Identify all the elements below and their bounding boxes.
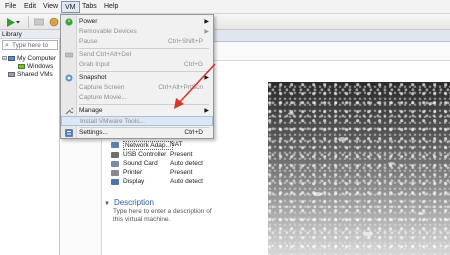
collapse-toggle-icon[interactable]: ⊟ [2, 56, 7, 62]
menu-item-grab-input[interactable]: Grab Input Ctrl+G [61, 60, 213, 70]
sound-icon [111, 161, 119, 167]
menu-separator [79, 71, 209, 72]
menu-tabs[interactable]: Tabs [82, 3, 97, 10]
menu-separator [79, 104, 209, 105]
snapshot-toolbar-button[interactable] [48, 16, 60, 28]
menu-item-capture-screen[interactable]: Capture Screen Ctrl+Alt+PrtScn [61, 83, 213, 93]
menu-bar: File Edit View VM Tabs Help [0, 0, 450, 14]
vm-menu-dropdown: Power ▶ Removable Devices ▶ Pause Ctrl+S… [60, 14, 214, 139]
vm-screen-preview[interactable] [268, 82, 450, 255]
menu-separator [79, 48, 209, 49]
tree-item-my-computer[interactable]: ⊟ My Computer [2, 55, 62, 62]
menu-item-capture-movie[interactable]: Capture Movie... [61, 93, 213, 103]
description-text[interactable]: Type here to enter a description of this… [113, 208, 223, 224]
preview-splash [288, 112, 294, 115]
power-icon [65, 18, 73, 26]
usb-icon [111, 152, 119, 158]
collapse-triangle-icon: ▼ [104, 201, 110, 207]
menu-edit[interactable]: Edit [24, 3, 36, 10]
menu-item-settings[interactable]: Settings... Ctrl+D [61, 128, 213, 138]
snapshot-icon [49, 17, 59, 27]
suspend-icon [34, 18, 44, 26]
computer-icon [8, 56, 16, 61]
submenu-arrow-icon: ▶ [204, 75, 209, 81]
menu-help[interactable]: Help [104, 3, 118, 10]
menu-view[interactable]: View [43, 3, 58, 10]
menu-item-removable-devices[interactable]: Removable Devices ▶ [61, 27, 213, 37]
keyboard-icon [65, 52, 73, 58]
description-header[interactable]: ▼ Description [104, 198, 154, 207]
printer-icon [111, 170, 119, 176]
network-icon [111, 142, 119, 148]
menu-item-send-ctrl-alt-del[interactable]: Send Ctrl+Alt+Del [61, 50, 213, 60]
tree-item-shared-vms[interactable]: Shared VMs [8, 71, 68, 78]
menu-file[interactable]: File [5, 3, 16, 10]
preview-splash [388, 162, 395, 165]
library-search-input[interactable]: ⌕ Type here to [2, 40, 58, 50]
preview-splash [363, 232, 373, 236]
submenu-arrow-icon: ▶ [204, 108, 209, 114]
menu-item-snapshot[interactable]: Snapshot ▶ [61, 73, 213, 83]
menu-item-manage[interactable]: Manage ▶ [61, 106, 213, 116]
power-on-button[interactable] [3, 16, 23, 28]
toolbar-divider [28, 16, 29, 28]
menu-item-pause[interactable]: Pause Ctrl+Shift+P [61, 37, 213, 47]
settings-icon [65, 129, 73, 137]
library-header: Library [0, 30, 60, 39]
library-panel: Library ⌕ Type here to ⊟ My Computer Wind… [0, 30, 60, 255]
menu-item-install-vmware-tools[interactable]: Install VMware Tools... [61, 116, 213, 126]
submenu-arrow-icon: ▶ [204, 29, 209, 35]
wrench-icon [65, 107, 73, 115]
submenu-arrow-icon: ▶ [204, 19, 209, 25]
shared-vms-icon [8, 72, 15, 77]
vm-icon [18, 64, 25, 69]
suspend-button[interactable] [33, 16, 45, 28]
menu-item-power[interactable]: Power ▶ [61, 17, 213, 27]
preview-splash [428, 102, 433, 105]
chevron-down-icon [15, 21, 20, 24]
snapshot-icon [65, 74, 73, 82]
display-icon [111, 179, 119, 185]
play-icon [6, 17, 15, 27]
search-icon: ⌕ [5, 42, 9, 49]
preview-splash [338, 137, 346, 141]
menu-vm[interactable]: VM [61, 1, 80, 13]
preview-splash [313, 192, 322, 196]
preview-splash [418, 212, 424, 215]
